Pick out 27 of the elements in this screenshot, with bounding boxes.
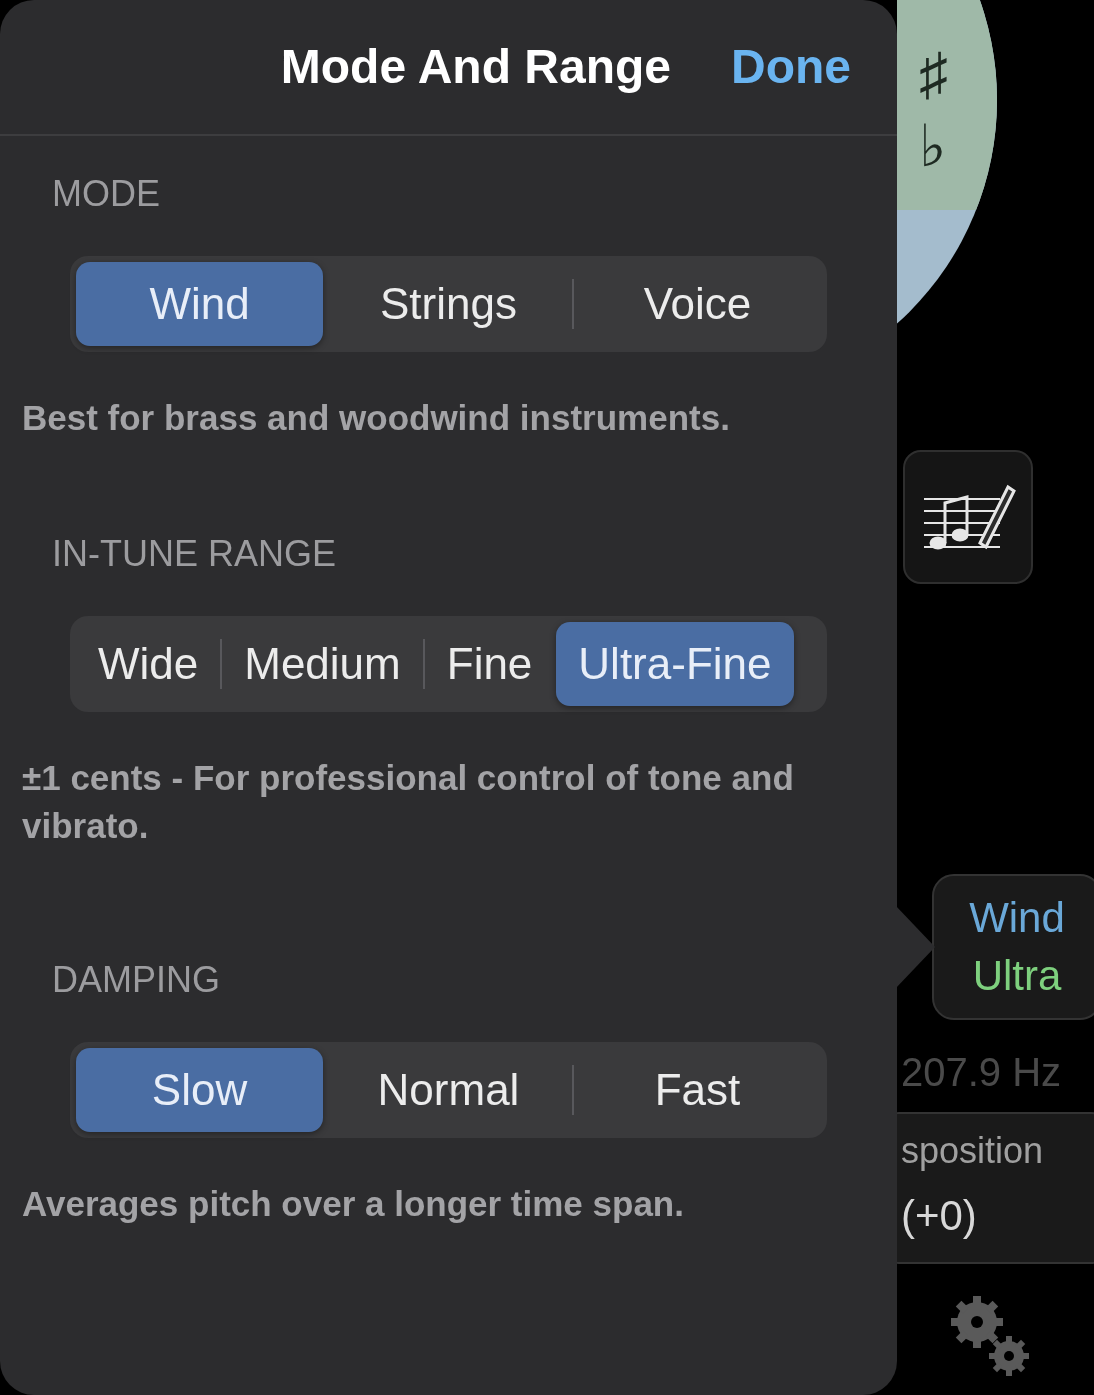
segment-option[interactable]: Wind	[76, 262, 323, 346]
section-header: IN-TUNE RANGE	[52, 536, 337, 572]
score-edit-button[interactable]	[903, 450, 1033, 584]
segment-option[interactable]: Fine	[424, 622, 555, 706]
segment-option[interactable]: Wide	[76, 622, 221, 706]
segment-option[interactable]: Medium	[222, 622, 423, 706]
section-description: ±1 cents - For professional control of tone and vibrato.	[22, 757, 795, 847]
transposition-label: sposition	[901, 1129, 1045, 1173]
frequency-reading: 207.9 Hz	[901, 1049, 1063, 1096]
segment-option[interactable]: Slow	[76, 1048, 323, 1132]
done-button[interactable]: Done	[731, 31, 851, 103]
section-header: MODE	[52, 176, 161, 212]
transposition-value: (+0)	[901, 1191, 978, 1241]
section-description: Best for brass and woodwind instruments.	[22, 397, 731, 439]
popover-title: Mode And Range	[280, 39, 671, 95]
segment-option[interactable]: Normal	[325, 1048, 572, 1132]
segment-option[interactable]: Ultra-Fine	[556, 622, 794, 706]
section-header: DAMPING	[52, 962, 221, 998]
segment-option[interactable]: Fast	[574, 1048, 821, 1132]
segment-option[interactable]: Voice	[574, 262, 821, 346]
section-description: Averages pitch over a longer time span.	[22, 1183, 685, 1225]
mode-text: Wind	[969, 893, 1065, 943]
segment-option[interactable]: Strings	[325, 262, 572, 346]
mode-badge[interactable]: Wind Ultra	[932, 874, 1094, 1020]
accidental-symbol: ♯	[919, 40, 948, 108]
accidental-symbol: ♭	[919, 112, 946, 180]
range-text: Ultra	[972, 951, 1062, 1001]
